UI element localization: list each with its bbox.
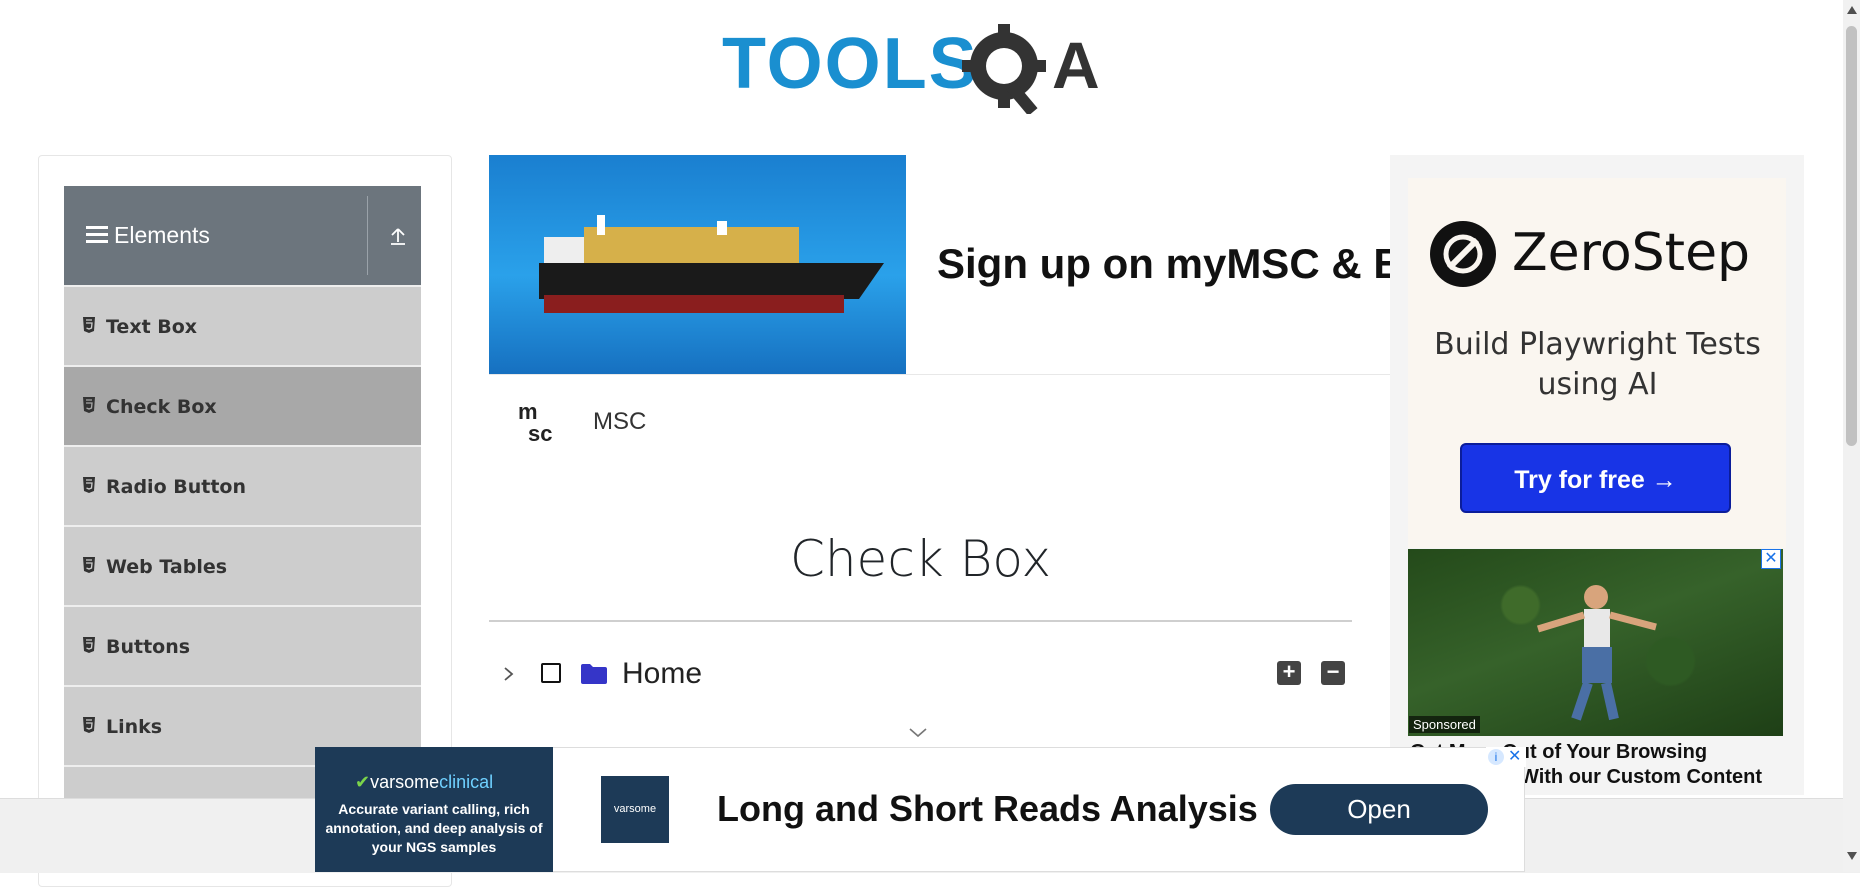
- svg-text:sc: sc: [528, 421, 552, 445]
- svg-text:TOOLS: TOOLS: [722, 24, 979, 104]
- zerostep-brand: ZeroStep: [1512, 223, 1751, 283]
- info-icon[interactable]: i: [1488, 749, 1504, 765]
- chevron-down-icon: [906, 726, 930, 740]
- scrollbar-thumb[interactable]: [1846, 26, 1857, 446]
- sidebar-item-check-box[interactable]: Check Box: [64, 365, 421, 445]
- toolsqa-logo[interactable]: TOOLS A: [722, 18, 1124, 116]
- sponsored-badge: Sponsored: [1409, 716, 1480, 733]
- heading-divider: [489, 620, 1352, 622]
- sidebar-item-text-box[interactable]: Text Box: [64, 285, 421, 365]
- header-divider: [367, 196, 368, 275]
- html5-icon: [82, 557, 96, 573]
- minus-icon: −: [1326, 659, 1340, 684]
- varsome-small-logo[interactable]: varsome: [601, 776, 669, 843]
- ad-brand-name[interactable]: MSC: [593, 408, 646, 436]
- tree-node-label[interactable]: Home: [622, 657, 702, 691]
- adchoices[interactable]: i ✕: [1486, 747, 1526, 767]
- sidebar-item-radio-button[interactable]: Radio Button: [64, 445, 421, 525]
- page-title: Check Box: [789, 530, 1052, 588]
- scroll-down-arrow-icon[interactable]: [1847, 852, 1857, 860]
- brand-prefix: varsome: [370, 772, 440, 792]
- varsome-description: Accurate variant calling, rich annotatio…: [325, 801, 543, 855]
- sidebar-item-label: Check Box: [106, 396, 217, 418]
- sponsored-image[interactable]: [1408, 549, 1783, 736]
- zerostep-logo-icon: [1429, 220, 1497, 288]
- chevron-right-icon[interactable]: [502, 664, 516, 684]
- close-icon[interactable]: ✕: [1508, 748, 1521, 766]
- sidebar-item-label: Radio Button: [106, 476, 246, 498]
- html5-icon: [82, 397, 96, 413]
- check-icon: ✔: [355, 772, 371, 792]
- msc-logo-icon[interactable]: m sc: [514, 397, 566, 446]
- collapse-all-button[interactable]: −: [1321, 661, 1345, 685]
- sidebar-item-label: Links: [106, 716, 163, 738]
- sidebar-item-buttons[interactable]: Buttons: [64, 605, 421, 685]
- html5-icon: [82, 477, 96, 493]
- varsome-brand: ✔varsomeclinical: [355, 772, 493, 793]
- expand-all-button[interactable]: +: [1277, 661, 1301, 685]
- sidebar-item-web-tables[interactable]: Web Tables: [64, 525, 421, 605]
- bottom-ad-headline[interactable]: Long and Short Reads Analysis: [717, 788, 1258, 830]
- html5-icon: [82, 717, 96, 733]
- scroll-up-arrow-icon[interactable]: [1847, 6, 1857, 14]
- home-checkbox[interactable]: [541, 663, 561, 683]
- ad-headline[interactable]: Sign up on myMSC & B: [937, 240, 1392, 288]
- sidebar-item-label: Text Box: [106, 316, 198, 338]
- html5-icon: [82, 637, 96, 653]
- elements-group-header[interactable]: Elements: [64, 186, 421, 285]
- group-title: Elements: [114, 222, 210, 248]
- svg-text:A: A: [1052, 28, 1100, 102]
- close-icon[interactable]: ✕: [1761, 549, 1781, 569]
- collapse-arrow-icon[interactable]: [386, 224, 410, 248]
- menu-icon: [86, 226, 108, 244]
- ad-divider: [489, 374, 1391, 375]
- html5-icon: [82, 317, 96, 333]
- ad-ship-image[interactable]: [489, 155, 906, 374]
- sidebar-item-label: Buttons: [106, 636, 191, 658]
- open-button[interactable]: Open: [1270, 784, 1488, 835]
- sidebar-item-label: Web Tables: [106, 556, 228, 578]
- folder-icon: [580, 663, 608, 685]
- zerostep-tagline: Build Playwright Tests using AI: [1434, 327, 1761, 402]
- try-for-free-button[interactable]: Try for free →: [1460, 443, 1731, 513]
- brand-suffix: clinical: [439, 772, 494, 792]
- plus-icon: +: [1282, 659, 1296, 684]
